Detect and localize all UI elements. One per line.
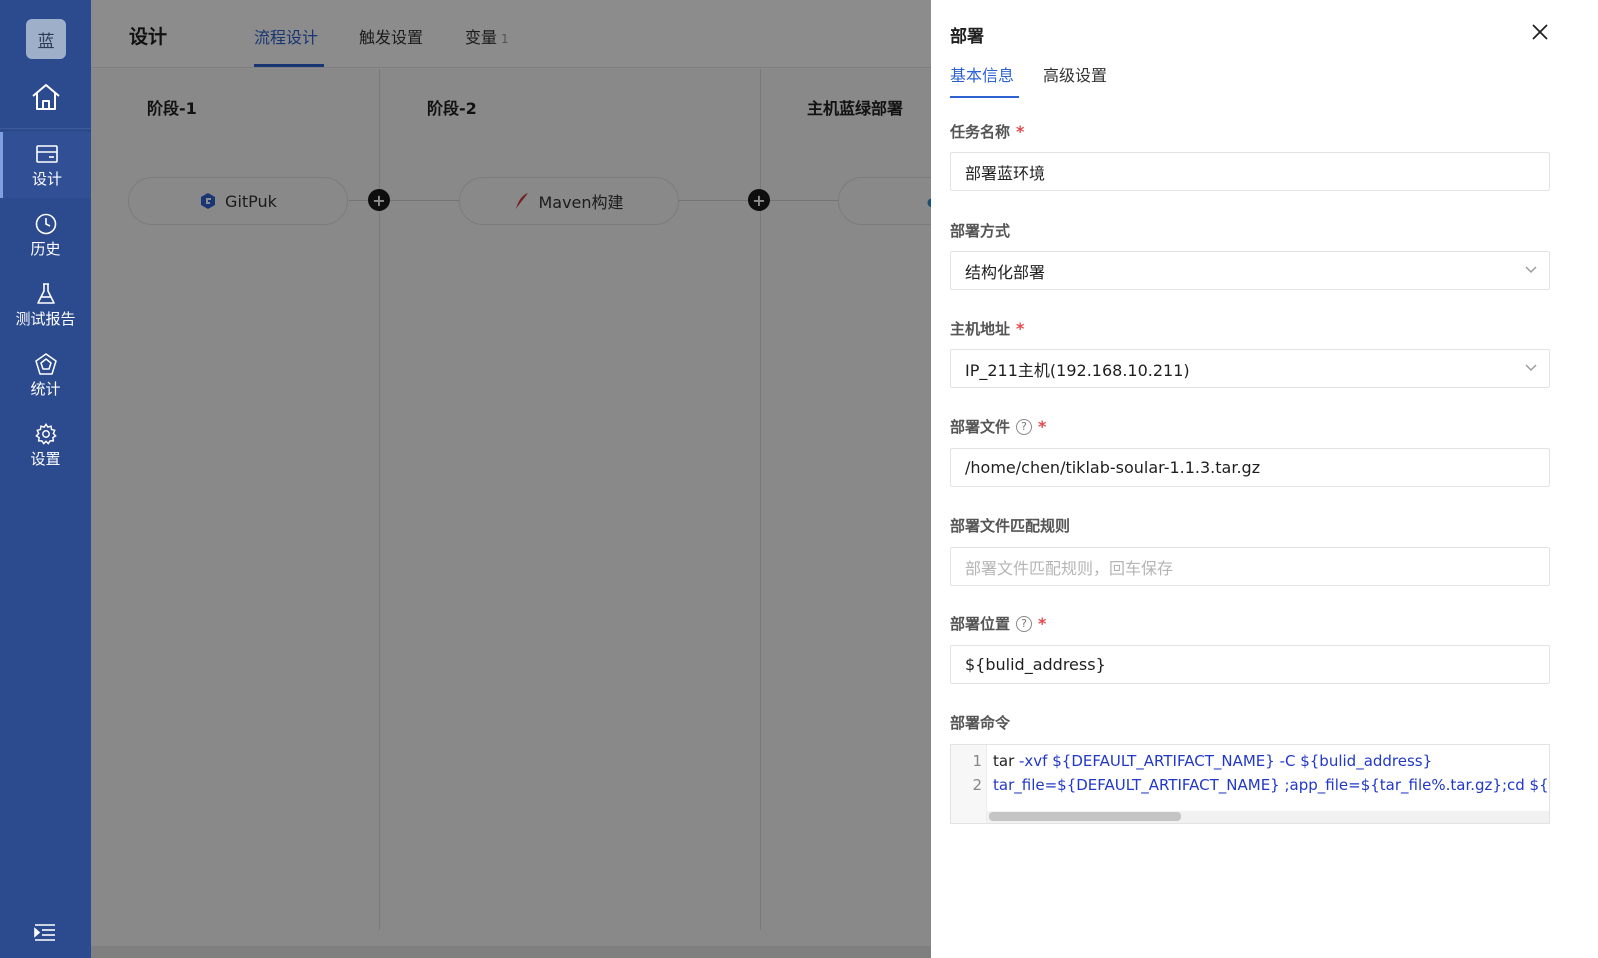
- deploy-mode-select[interactable]: 结构化部署: [950, 251, 1550, 290]
- app-logo[interactable]: 蓝: [26, 19, 66, 59]
- code-line: tar -xvf ${DEFAULT_ARTIFACT_NAME} -C ${b…: [993, 752, 1432, 770]
- select-value: 结构化部署: [965, 262, 1046, 282]
- chevron-down-icon: [1525, 266, 1537, 273]
- deploy-mode-label: 部署方式: [950, 220, 1010, 241]
- sidebar-item-design[interactable]: 设计: [0, 132, 91, 198]
- line-number: 1: [972, 752, 982, 770]
- sidebar-item-label: 统计: [30, 379, 61, 398]
- select-value: IP_211主机(192.168.10.211): [965, 360, 1190, 380]
- tab-basic-info[interactable]: 基本信息: [950, 62, 1014, 86]
- field-label-text: 部署方式: [950, 222, 1011, 240]
- home-icon: [31, 84, 60, 110]
- task-name-label: 任务名称 *: [950, 121, 1024, 142]
- chevron-down-icon: [1525, 364, 1537, 371]
- code-line: tar_file=${DEFAULT_ARTIFACT_NAME} ;app_f…: [993, 776, 1550, 794]
- sidebar-item-label: 历史: [30, 239, 61, 258]
- sidebar-item-label: 设置: [30, 449, 61, 468]
- deploy-command-label: 部署命令: [950, 712, 1010, 733]
- host-address-select[interactable]: IP_211主机(192.168.10.211): [950, 349, 1550, 388]
- sidebar-item-history[interactable]: 历史: [0, 202, 91, 268]
- line-number: 2: [972, 776, 982, 794]
- code-keyword: tar: [993, 752, 1015, 770]
- deploy-file-label: 部署文件 ? *: [950, 416, 1046, 437]
- clock-icon: [35, 212, 57, 236]
- field-label-text: 部署文件: [950, 418, 1011, 436]
- field-label-text: 部署文件匹配规则: [950, 517, 1071, 535]
- sidebar-item-test-report[interactable]: 测试报告: [0, 272, 91, 338]
- sidebar-item-label: 设计: [31, 169, 62, 188]
- deploy-config-drawer: 部署 基本信息 高级设置 任务名称 * 部署蓝环境 部署方式 结构化部署 主机地…: [931, 0, 1598, 958]
- deploy-command-editor[interactable]: 1 2 tar -xvf ${DEFAULT_ARTIFACT_NAME} -C…: [950, 744, 1550, 824]
- close-icon: [1532, 24, 1548, 40]
- collapse-sidebar-button[interactable]: [33, 922, 57, 942]
- close-button[interactable]: [1528, 20, 1552, 44]
- required-mark: *: [1016, 319, 1025, 338]
- gear-icon: [34, 422, 57, 446]
- field-label-text: 任务名称: [950, 123, 1011, 141]
- drawer-title: 部署: [950, 27, 984, 47]
- code-text: tar_file=${DEFAULT_ARTIFACT_NAME} ;app_f…: [993, 776, 1550, 794]
- tab-advanced-settings[interactable]: 高级设置: [1043, 62, 1107, 86]
- field-label-text: 部署命令: [950, 714, 1011, 732]
- code-text: -xvf ${DEFAULT_ARTIFACT_NAME} -C ${bulid…: [1014, 752, 1433, 770]
- editor-scroll-thumb[interactable]: [989, 812, 1181, 821]
- sidebar-divider: [0, 128, 91, 129]
- active-tab-indicator: [950, 96, 1019, 98]
- match-rule-input[interactable]: 部署文件匹配规则，回车保存: [950, 547, 1550, 586]
- home-button[interactable]: [0, 72, 91, 122]
- sidebar-item-settings[interactable]: 设置: [0, 412, 91, 478]
- required-mark: *: [1016, 122, 1025, 141]
- host-address-label: 主机地址 *: [950, 318, 1024, 339]
- deploy-file-input[interactable]: /home/chen/tiklab-soular-1.1.3.tar.gz: [950, 448, 1550, 487]
- sidebar-item-statistics[interactable]: 统计: [0, 342, 91, 408]
- match-rule-label: 部署文件匹配规则: [950, 515, 1070, 536]
- input-value: /home/chen/tiklab-soular-1.1.3.tar.gz: [965, 458, 1261, 477]
- field-label-text: 部署位置: [950, 615, 1011, 633]
- design-icon: [36, 142, 58, 166]
- deploy-location-input[interactable]: ${bulid_address}: [950, 645, 1550, 684]
- task-name-input[interactable]: 部署蓝环境: [950, 152, 1550, 191]
- sidebar-item-label: 测试报告: [15, 309, 76, 328]
- input-value: ${bulid_address}: [965, 655, 1106, 674]
- chart-icon: [34, 352, 57, 376]
- menu-fold-icon: [34, 924, 55, 941]
- flask-icon: [36, 282, 56, 306]
- field-label-text: 主机地址: [950, 320, 1011, 338]
- left-sidebar: 蓝 设计 历史 测试报告 统计 设置: [0, 0, 91, 958]
- drawer-overlay-mask[interactable]: [91, 0, 931, 958]
- required-mark: *: [1038, 614, 1047, 633]
- help-icon[interactable]: ?: [1016, 418, 1033, 435]
- help-icon[interactable]: ?: [1016, 615, 1033, 632]
- input-value: 部署蓝环境: [965, 163, 1046, 183]
- input-placeholder: 部署文件匹配规则，回车保存: [965, 558, 1174, 578]
- required-mark: *: [1038, 417, 1047, 436]
- line-number-gutter: 1 2: [951, 745, 987, 823]
- deploy-location-label: 部署位置 ? *: [950, 613, 1046, 634]
